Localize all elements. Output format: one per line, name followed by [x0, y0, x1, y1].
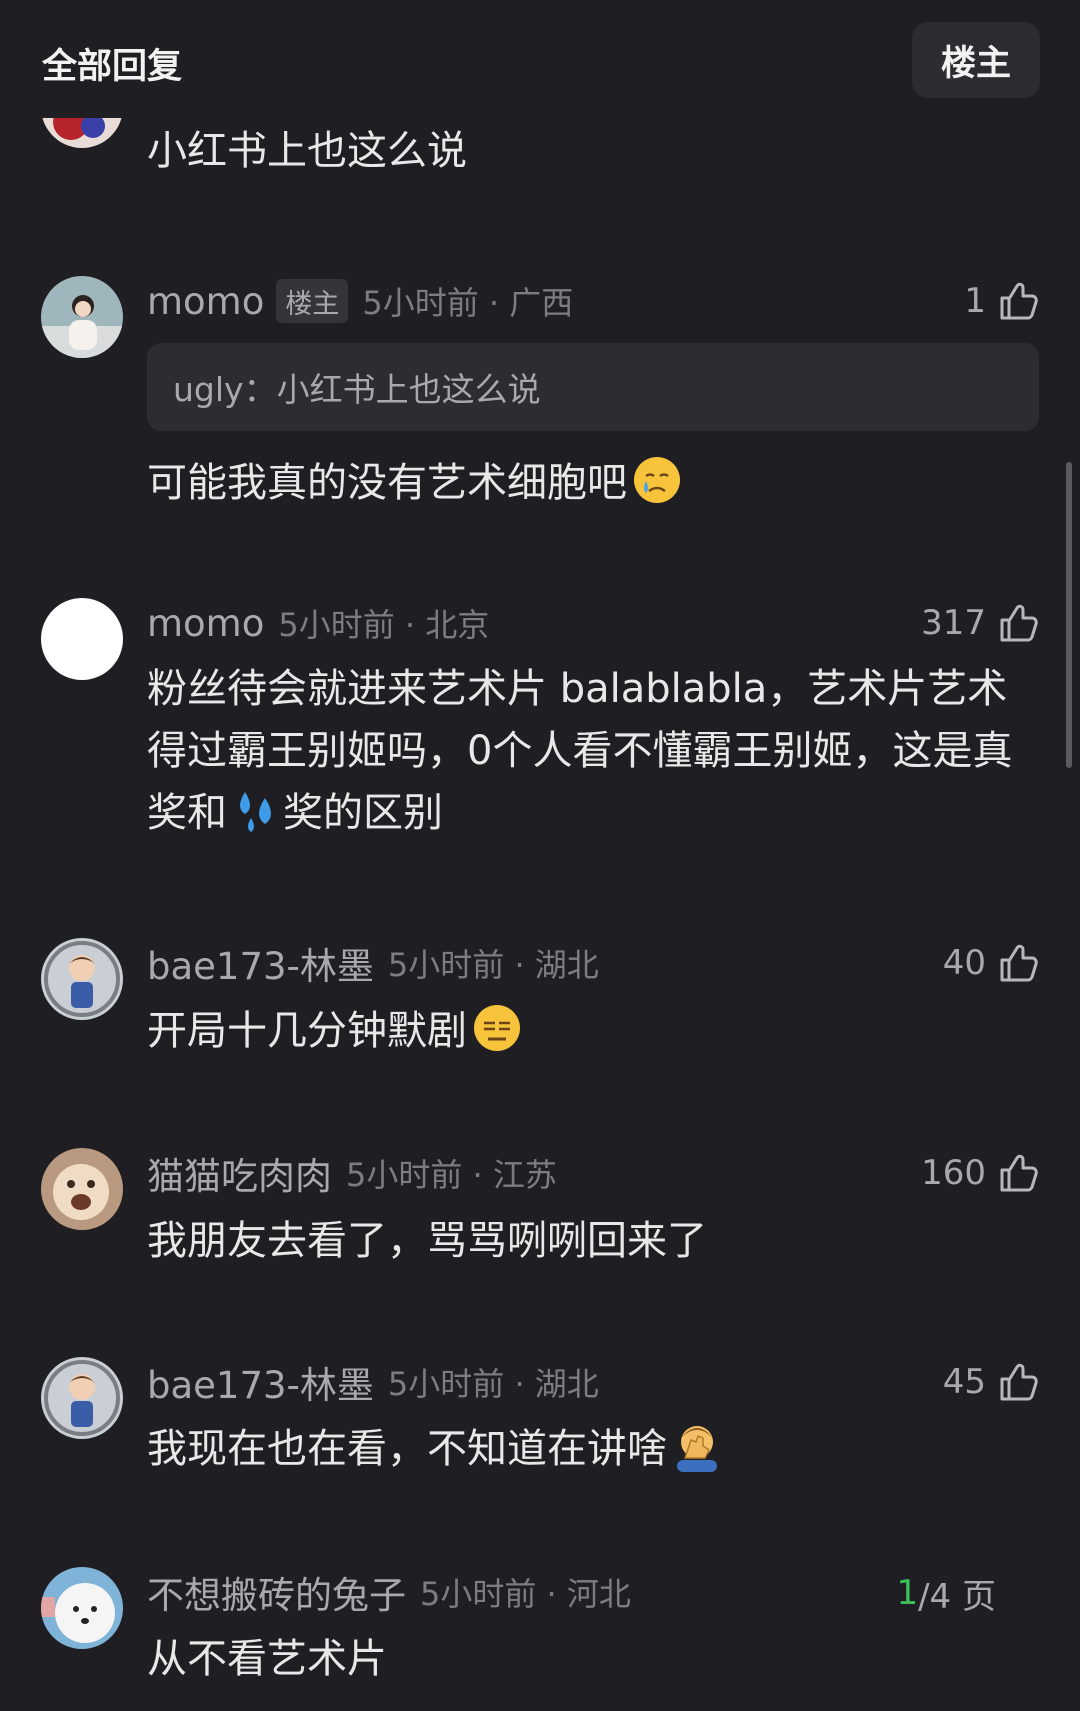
like-count: 45 [942, 1362, 986, 1402]
comment-text-container: 开局十几分钟默剧 [147, 1000, 1037, 1062]
username[interactable]: bae173-林墨 [147, 936, 374, 990]
scrollbar[interactable] [1066, 462, 1072, 768]
avatar[interactable] [41, 1148, 123, 1230]
like-count: 40 [942, 943, 986, 983]
current-page: 1 [896, 1573, 919, 1613]
header: 全部回复 楼主 [0, 0, 1080, 118]
op-only-button[interactable]: 楼主 [912, 22, 1040, 98]
thumbs-up-icon[interactable] [996, 1360, 1040, 1404]
username[interactable]: 猫猫吃肉肉 [147, 1146, 332, 1200]
thumbs-up-icon[interactable] [996, 1151, 1040, 1195]
comment-meta: 猫猫吃肉肉 5小时前 · 江苏 [147, 1148, 557, 1198]
username[interactable]: 不想搬砖的兔子 [147, 1565, 406, 1619]
comment-meta: momo 楼主 5小时前 · 广西 [147, 276, 573, 326]
comment-meta: bae173-林墨 5小时前 · 湖北 [147, 938, 599, 988]
thumbs-up-icon[interactable] [996, 941, 1040, 985]
avatar[interactable] [41, 938, 123, 1020]
username[interactable]: momo [147, 602, 264, 645]
comment-text: 小红书上也这么说 [147, 128, 467, 174]
reply-page: 全部回复 楼主 小红书上也这么说 momo 楼主 5小时前 · 广西 1 ugl… [0, 0, 1080, 1711]
total-pages: /4 页 [918, 1576, 996, 1617]
quoted-reply[interactable]: ugly：小红书上也这么说 [147, 343, 1039, 431]
comment-text: 从不看艺术片 [147, 1636, 387, 1682]
avatar[interactable] [41, 1567, 123, 1649]
time-location: 5小时前 · 北京 [278, 606, 490, 644]
like-button[interactable]: 160 [921, 1148, 1040, 1198]
time-location: 5小时前 · 湖北 [387, 946, 599, 984]
comment-text: 我现在也在看，不知道在讲啥 [147, 1426, 667, 1472]
time-location: 5小时前 · 河北 [420, 1575, 631, 1613]
like-button[interactable]: 1 [964, 276, 1040, 326]
time-location: 5小时前 · 广西 [362, 284, 574, 322]
avatar[interactable] [41, 1357, 123, 1439]
like-button[interactable]: 317 [921, 598, 1040, 648]
time-location: 5小时前 · 江苏 [346, 1156, 557, 1194]
comment-text: 开局十几分钟默剧 [147, 1008, 467, 1054]
like-button[interactable]: 40 [943, 938, 1040, 988]
page-indicator[interactable]: 1/4 页 [896, 1568, 996, 1618]
avatar[interactable] [41, 276, 123, 358]
quote-separator: ： [243, 370, 277, 409]
username[interactable]: momo [147, 280, 264, 323]
comment-text: 我朋友去看了，骂骂咧咧回来了 [147, 1218, 707, 1264]
crying-face-icon [631, 454, 683, 506]
time-location: 5小时前 · 湖北 [387, 1365, 599, 1403]
like-count: 317 [921, 603, 986, 643]
like-button[interactable]: 45 [943, 1357, 1040, 1407]
quote-username: ugly [173, 370, 244, 409]
comment-text-tail: 奖的区别 [283, 790, 443, 836]
page-title: 全部回复 [42, 47, 183, 87]
comment-meta: bae173-林墨 5小时前 · 湖北 [147, 1357, 599, 1407]
comment-meta: momo 5小时前 · 北京 [147, 598, 489, 648]
avatar[interactable] [41, 598, 123, 680]
thumbs-up-icon[interactable] [996, 279, 1040, 323]
username[interactable]: bae173-林墨 [147, 1355, 374, 1409]
expressionless-face-icon [471, 1002, 523, 1054]
quote-text: 小红书上也这么说 [276, 370, 541, 409]
thumbs-up-icon[interactable] [996, 601, 1040, 645]
like-count: 1 [964, 281, 986, 321]
comment-text-container: 可能我真的没有艺术细胞吧 [147, 452, 1037, 514]
like-count: 160 [921, 1153, 986, 1193]
facepalm-icon [671, 1420, 723, 1472]
comment-text-container: 我现在也在看，不知道在讲啥 [147, 1418, 1037, 1480]
comment-text: 可能我真的没有艺术细胞吧 [147, 460, 627, 506]
comment-meta: 不想搬砖的兔子 5小时前 · 河北 [147, 1567, 631, 1617]
sweat-droplets-icon [231, 784, 283, 836]
op-badge: 楼主 [276, 279, 349, 323]
comment-text-container: 粉丝待会就进来艺术片 balablabla，艺术片艺术得过霸王别姬吗，0个人看不… [147, 658, 1037, 844]
